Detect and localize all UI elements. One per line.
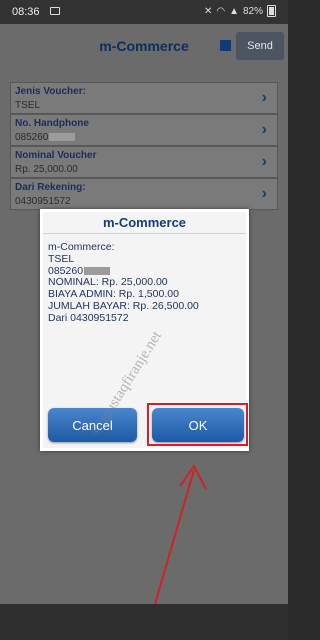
pointer-arrow-annotation: [147, 464, 207, 629]
navigation-bar: [0, 604, 288, 640]
